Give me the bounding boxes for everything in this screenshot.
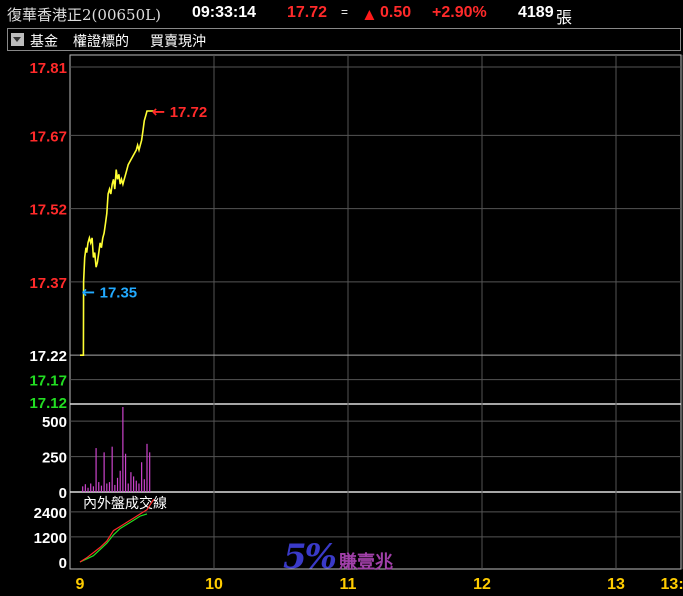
intraday-chart: 9 10 11 12 13 13:30 17.81 17.67 17.52 17.37 17.22 1… (29, 54, 683, 593)
x-tick-label: 12 (473, 576, 491, 593)
y-tick-label: 17.37 (29, 275, 67, 292)
low-arrow-icon: ← (82, 283, 95, 302)
y-tick-label: 1200 (34, 530, 67, 547)
panel-title: 內外盤成交線 (83, 495, 167, 512)
x-tick-label: 9 (76, 576, 85, 593)
y-tick-label: 0 (59, 485, 67, 502)
y-tick-label: 2400 (34, 505, 67, 522)
x-tick-label: 13:30 (661, 576, 683, 593)
x-tick-label: 11 (340, 576, 357, 593)
high-label: 17.72 (170, 104, 208, 121)
y-tick-label: 0 (59, 555, 67, 572)
y-tick-label: 17.52 (29, 202, 67, 219)
high-arrow-icon: ← (152, 102, 165, 121)
y-tick-label: 17.67 (29, 128, 67, 145)
x-tick-label: 13 (607, 576, 625, 593)
watermark-small: 賺壹兆 (338, 552, 393, 573)
watermark-logo: 5% 賺壹兆 (283, 537, 393, 577)
price-line (80, 110, 154, 357)
y-tick-label: 17.12 (29, 395, 67, 412)
y-tick-label: 17.22 (29, 348, 67, 365)
watermark-big: 5% (283, 537, 337, 577)
low-label: 17.35 (100, 285, 138, 302)
y-tick-label: 17.81 (29, 60, 67, 77)
y-tick-label: 500 (42, 414, 67, 431)
x-tick-label: 10 (205, 576, 223, 593)
y-tick-label: 17.17 (29, 373, 67, 390)
y-tick-label: 250 (42, 450, 67, 467)
